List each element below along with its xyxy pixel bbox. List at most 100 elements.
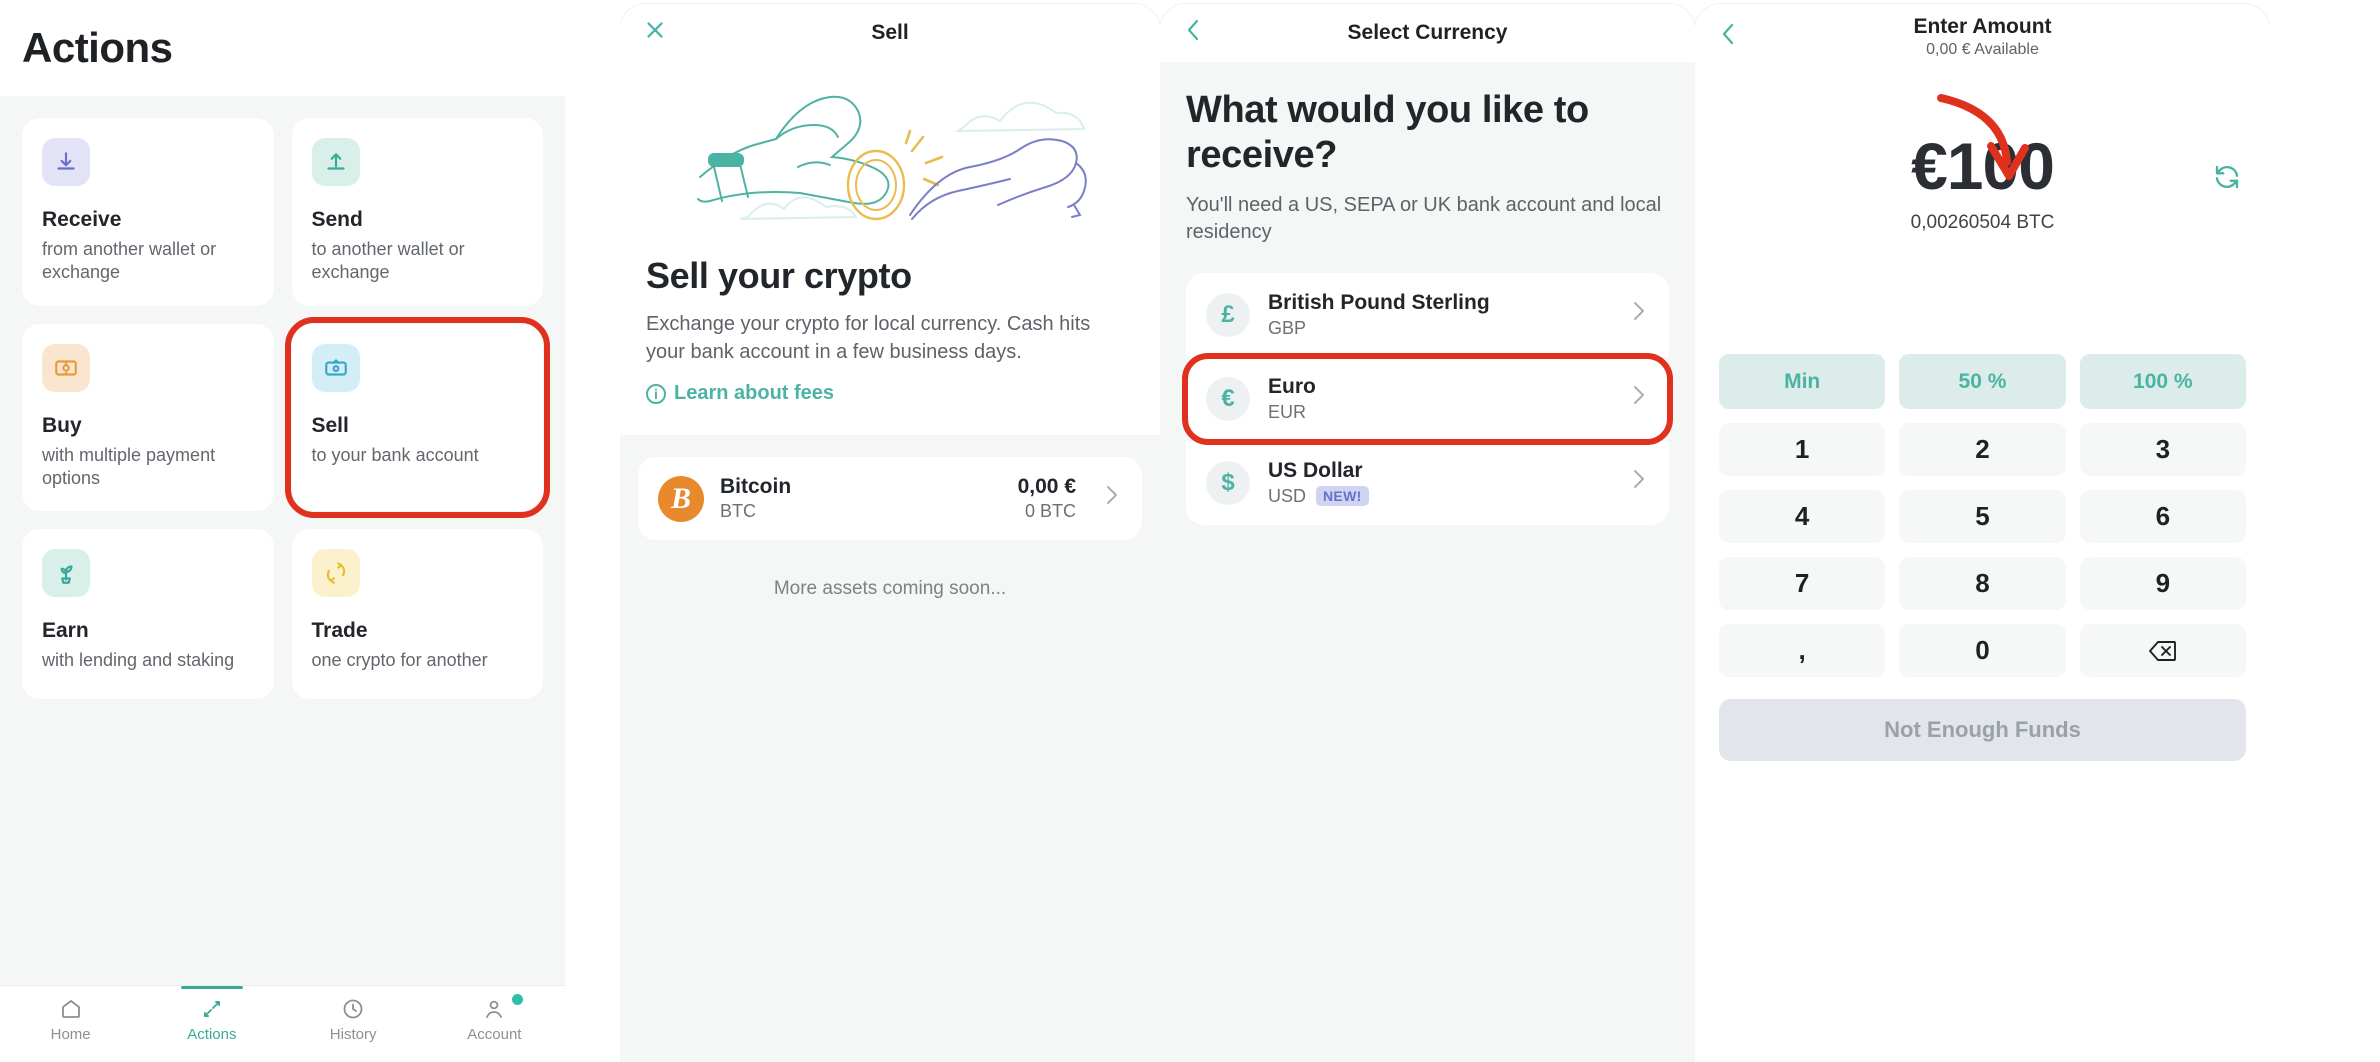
action-card-earn[interactable]: Earn with lending and staking — [22, 529, 274, 700]
action-card-title: Earn — [42, 619, 89, 643]
chevron-left-icon[interactable] — [1182, 17, 1206, 49]
action-card-grid: Receive from another wallet or exchange … — [22, 118, 550, 700]
currency-name: British Pound Sterling — [1268, 290, 1490, 314]
currency-navbar: Select Currency — [1160, 4, 1695, 62]
chevron-right-icon — [1629, 382, 1649, 415]
asset-fiat-value: 0,00 € — [1017, 475, 1076, 499]
tab-home[interactable]: Home — [16, 996, 126, 1043]
key-backspace[interactable] — [2079, 624, 2246, 677]
key-3[interactable]: 3 — [2079, 423, 2246, 476]
panel-gap — [565, 0, 620, 1062]
amount-title-wrap: Enter Amount 0,00 € Available — [1695, 15, 2270, 59]
asset-name: Bitcoin — [720, 475, 792, 499]
available-balance: 0,00 € Available — [1926, 41, 2039, 58]
tab-active-indicator — [180, 986, 243, 989]
actions-body: Receive from another wallet or exchange … — [0, 96, 565, 985]
amount-navbar: Enter Amount 0,00 € Available — [1695, 4, 2270, 70]
plant-icon — [42, 549, 90, 598]
key-7[interactable]: 7 — [1719, 557, 1886, 610]
sell-title: Sell — [871, 21, 909, 44]
currency-labels: British Pound Sterling GBP — [1268, 291, 1601, 339]
bitcoin-icon: B — [658, 475, 704, 522]
more-assets-note: More assets coming soon... — [773, 578, 1007, 600]
key-decimal-comma[interactable]: , — [1719, 624, 1886, 677]
actions-header: Actions — [0, 0, 565, 96]
key-9[interactable]: 9 — [2079, 557, 2246, 610]
action-card-desc: from another wallet or exchange — [42, 239, 217, 282]
amount-sheet: Enter Amount 0,00 € Available €100 0,002… — [1695, 4, 2270, 1062]
amount-title: Enter Amount — [1913, 15, 2052, 38]
currency-name: US Dollar — [1268, 458, 1363, 482]
percent-button-100[interactable]: 100 % — [2079, 354, 2246, 409]
action-card-title: Send — [311, 208, 363, 231]
currency-symbol: £ — [1221, 300, 1235, 328]
converted-amount: 0,00260504 BTC — [1910, 212, 2055, 233]
numeric-keypad: 1 2 3 4 5 6 7 8 9 , 0 — [1695, 409, 2270, 677]
action-card-buy[interactable]: Buy with multiple payment options — [22, 323, 274, 512]
learn-about-fees-label: Learn about fees — [674, 382, 835, 405]
upload-icon — [311, 138, 360, 186]
key-5[interactable]: 5 — [1899, 490, 2066, 543]
action-card-title: Receive — [42, 208, 122, 231]
tab-account[interactable]: Account — [439, 994, 549, 1043]
notification-dot — [512, 994, 524, 1005]
action-card-title: Buy — [42, 413, 82, 437]
currency-row-eur[interactable]: € Euro EUR — [1182, 352, 1673, 445]
bottom-tab-bar: Home Actions History Account — [0, 985, 565, 1062]
chevron-left-icon[interactable] — [1717, 21, 1741, 53]
bitcoin-glyph: B — [670, 481, 691, 515]
currency-heading: What would you like to receive? — [1186, 89, 1589, 176]
tab-actions[interactable]: Actions — [157, 986, 267, 1043]
action-card-title: Sell — [311, 413, 349, 437]
action-card-sell[interactable]: Sell to your bank account — [284, 316, 550, 519]
asset-crypto-value: 0 BTC — [1024, 501, 1076, 522]
currency-title: Select Currency — [1347, 21, 1508, 44]
download-icon — [42, 138, 90, 186]
screenshot-stage: Actions Receive from another wallet or e… — [0, 0, 2380, 1062]
learn-about-fees-link[interactable]: i Learn about fees — [646, 382, 1134, 405]
asset-row-bitcoin[interactable]: B Bitcoin BTC 0,00 € 0 BTC — [638, 457, 1142, 541]
close-icon[interactable] — [642, 17, 668, 49]
action-card-desc: to another wallet or exchange — [311, 239, 465, 282]
home-icon — [59, 996, 83, 1022]
currency-row-gbp[interactable]: £ British Pound Sterling GBP — [1186, 272, 1669, 357]
refresh-icon[interactable] — [2212, 162, 2242, 197]
key-8[interactable]: 8 — [1899, 557, 2066, 610]
action-card-send[interactable]: Send to another wallet or exchange — [291, 118, 543, 306]
tab-label: Home — [50, 1026, 91, 1043]
actions-arrows-icon — [200, 996, 224, 1022]
submit-button[interactable]: Not Enough Funds — [1719, 699, 2246, 761]
currency-labels: US Dollar USD NEW! — [1268, 459, 1601, 507]
currency-title-wrap: Select Currency — [1160, 21, 1695, 45]
swap-icon — [311, 549, 360, 598]
chevron-right-icon — [1629, 298, 1649, 331]
key-2[interactable]: 2 — [1899, 423, 2066, 476]
asset-values: 0,00 € 0 BTC — [1018, 475, 1076, 522]
sell-asset-area: B Bitcoin BTC 0,00 € 0 BTC More assets c… — [620, 435, 1160, 1062]
chevron-right-icon — [1629, 466, 1649, 499]
key-1[interactable]: 1 — [1719, 423, 1886, 476]
key-4[interactable]: 4 — [1719, 490, 1886, 543]
percent-button-50[interactable]: 50 % — [1899, 354, 2066, 409]
euro-symbol-icon: € — [1206, 376, 1250, 421]
tab-label: History — [329, 1026, 377, 1043]
key-0[interactable]: 0 — [1899, 624, 2066, 677]
percent-shortcut-row: Min 50 % 100 % — [1695, 354, 2270, 409]
action-card-title: Trade — [311, 619, 368, 643]
currency-code: EUR — [1268, 401, 1307, 422]
currency-code-row: GBP — [1268, 318, 1601, 339]
chevron-right-icon — [1102, 482, 1122, 515]
currency-row-usd[interactable]: $ US Dollar USD NEW! — [1186, 440, 1669, 525]
action-card-receive[interactable]: Receive from another wallet or exchange — [22, 118, 274, 306]
key-6[interactable]: 6 — [2079, 490, 2246, 543]
amount-display[interactable]: €100 0,00260504 BTC — [1695, 70, 2270, 234]
tab-history[interactable]: History — [298, 996, 408, 1043]
currency-content: What would you like to receive? You'll n… — [1160, 62, 1695, 1062]
currency-labels: Euro EUR — [1268, 375, 1601, 423]
asset-symbol: BTC — [720, 501, 756, 522]
percent-button-min[interactable]: Min — [1719, 354, 1886, 409]
action-card-trade[interactable]: Trade one crypto for another — [291, 529, 543, 700]
currency-paragraph: You'll need a US, SEPA or UK bank accoun… — [1186, 193, 1662, 244]
tab-label: Account — [467, 1026, 522, 1043]
sell-text-block: Sell your crypto Exchange your crypto fo… — [620, 237, 1160, 405]
